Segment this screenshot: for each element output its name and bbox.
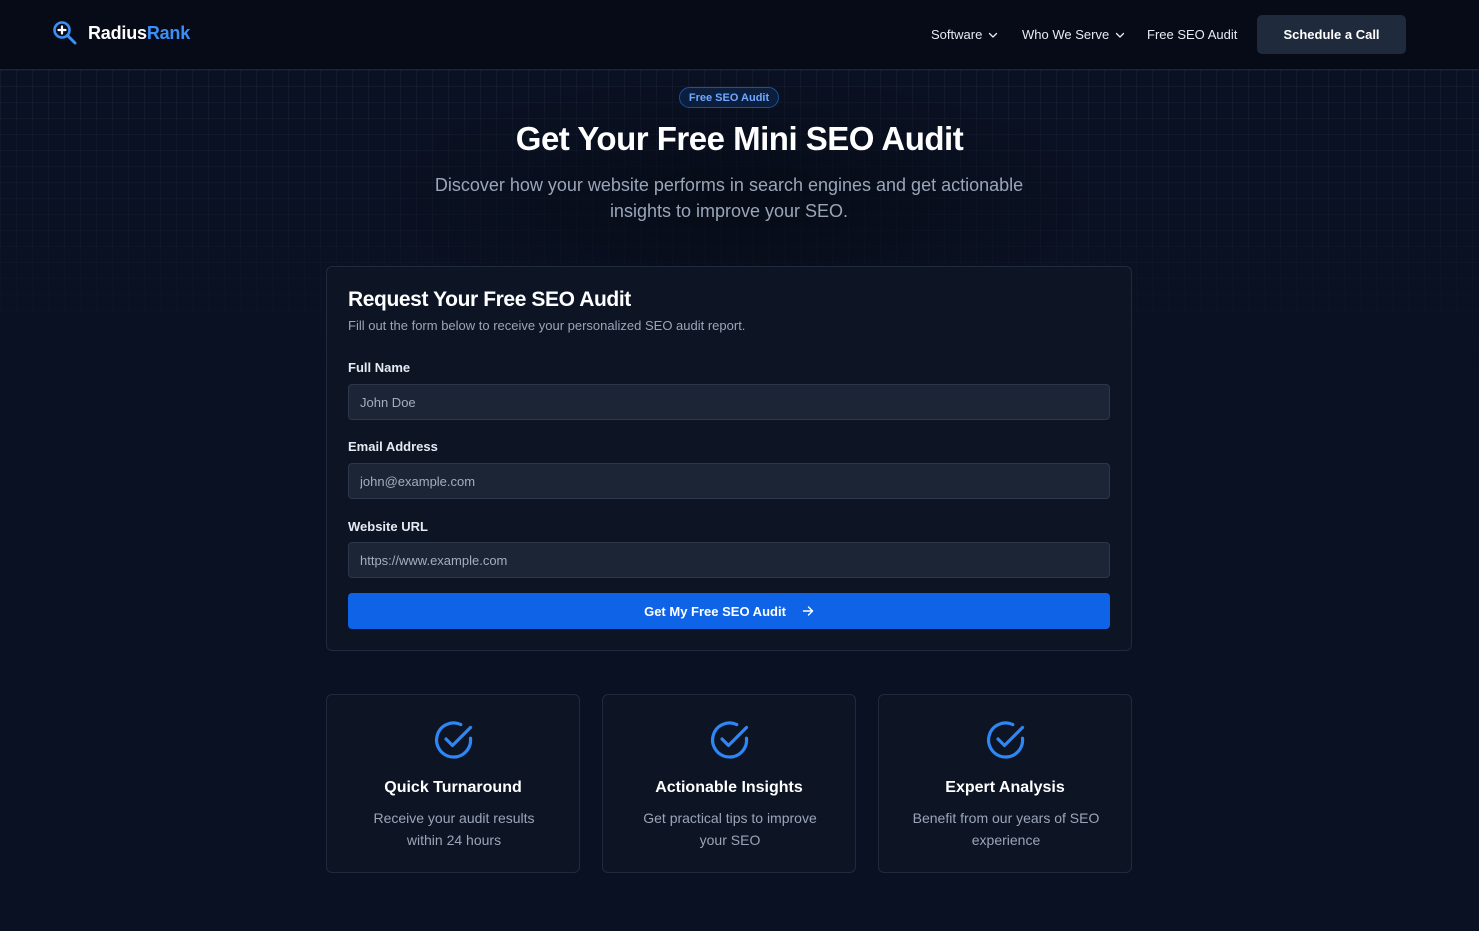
top-navigation-bar: RadiusRank Software Who We Serve Free SE… [0, 0, 1479, 70]
website-url-input[interactable] [348, 542, 1110, 578]
arrow-right-icon [802, 606, 814, 616]
feature-card-quick-turnaround: Quick Turnaround Receive your audit resu… [326, 694, 580, 873]
nav-item-label: Software [931, 27, 983, 42]
brand-name-part2: Rank [146, 22, 191, 43]
brand-logo[interactable]: RadiusRank [52, 20, 190, 46]
schedule-call-button[interactable]: Schedule a Call [1257, 15, 1406, 54]
audit-request-form: Request Your Free SEO Audit Fill out the… [326, 266, 1132, 651]
full-name-input[interactable] [348, 384, 1110, 420]
submit-audit-button[interactable]: Get My Free SEO Audit [348, 593, 1110, 629]
website-url-label: Website URL [348, 519, 428, 534]
feature-description: Get practical tips to improve your SEO [643, 810, 817, 848]
feature-title: Expert Analysis [945, 779, 1065, 796]
feature-card-actionable-insights: Actionable Insights Get practical tips t… [602, 694, 856, 873]
nav-item-label: Free SEO Audit [1147, 27, 1238, 42]
chevron-down-icon [989, 32, 998, 38]
full-name-label: Full Name [348, 360, 411, 375]
email-input[interactable] [348, 463, 1110, 499]
submit-button-label: Get My Free SEO Audit [644, 603, 786, 619]
nav-item-label: Who We Serve [1022, 27, 1110, 42]
feature-description: Benefit from our years of SEO experience [912, 810, 1100, 848]
nav-item-free-seo-audit[interactable]: Free SEO Audit [1147, 27, 1237, 42]
brand-name-part1: Radius [88, 22, 147, 43]
check-circle-icon [987, 721, 1025, 759]
feature-title: Actionable Insights [655, 779, 803, 796]
check-circle-icon [435, 721, 473, 759]
nav-item-software[interactable]: Software [931, 27, 998, 42]
brand-name: RadiusRank [88, 23, 190, 44]
page-subtitle: Discover how your website performs in se… [434, 175, 1024, 221]
form-description: Fill out the form below to receive your … [348, 318, 746, 333]
page-title: Get Your Free Mini SEO Audit [515, 120, 964, 157]
check-circle-icon [711, 721, 749, 759]
hero-badge: Free SEO Audit [679, 87, 779, 108]
form-title: Request Your Free SEO Audit [348, 288, 631, 311]
feature-title: Quick Turnaround [384, 779, 522, 796]
chevron-down-icon [1116, 32, 1125, 38]
feature-description: Receive your audit results within 24 hou… [373, 810, 535, 848]
email-label: Email Address [348, 439, 438, 454]
magnifier-plus-icon [53, 21, 77, 45]
nav-item-who-we-serve[interactable]: Who We Serve [1022, 27, 1125, 42]
feature-card-expert-analysis: Expert Analysis Benefit from our years o… [878, 694, 1132, 873]
